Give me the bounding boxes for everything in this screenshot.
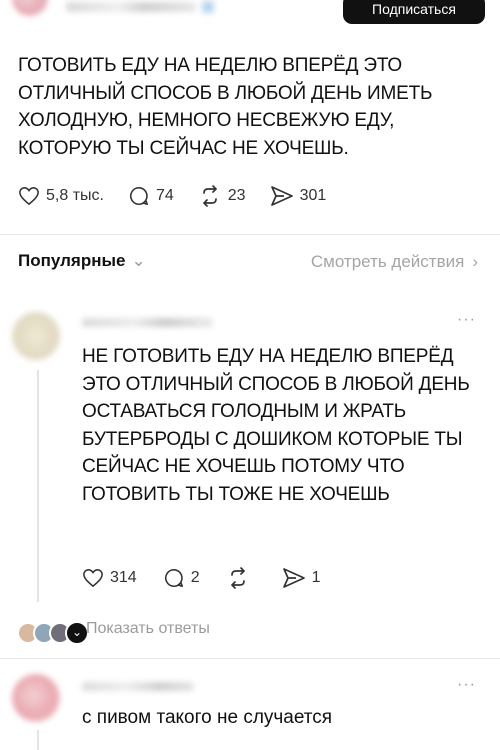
verified-badge: [202, 1, 214, 13]
sort-label: Популярные: [18, 251, 126, 270]
comment-reply-button[interactable]: 2: [163, 567, 200, 589]
comment-share-count: 1: [311, 569, 321, 586]
comment-repost-button[interactable]: [226, 567, 256, 589]
divider: [0, 234, 500, 235]
divider: [0, 658, 500, 659]
heart-icon: [83, 569, 103, 588]
thread-line: [37, 370, 39, 602]
comment-author-avatar[interactable]: [12, 674, 60, 722]
author-avatar[interactable]: [12, 0, 48, 16]
comment-text: с пивом такого не случается: [82, 707, 333, 728]
sort-dropdown[interactable]: Популярные ⌄: [18, 251, 146, 271]
view-activity-label: Смотреть действия: [310, 252, 465, 271]
chevron-right-icon: ›: [472, 252, 478, 271]
comment-author-name[interactable]: [82, 318, 200, 327]
repost-icon: [202, 185, 217, 207]
like-count: 5,8 тыс.: [46, 187, 104, 204]
like-button[interactable]: 5,8 тыс.: [18, 186, 104, 206]
heart-icon: [19, 187, 39, 206]
post-actions: 5,8 тыс. 74 23 301: [18, 183, 350, 209]
share-button[interactable]: 301: [270, 185, 327, 207]
repost-count: 23: [227, 187, 246, 204]
reply-avatars[interactable]: ⌄: [17, 621, 89, 645]
share-icon: [282, 568, 305, 588]
show-replies-link[interactable]: Показать ответы: [86, 620, 210, 638]
view-activity-link[interactable]: Смотреть действия ›: [311, 252, 478, 272]
chevron-down-icon: ⌄: [131, 251, 146, 270]
comment-like-count: 314: [110, 569, 137, 586]
comment-button[interactable]: 74: [128, 185, 174, 207]
comment-like-button[interactable]: 314: [82, 568, 137, 588]
more-options-icon[interactable]: ···: [457, 311, 476, 329]
comment-author-avatar[interactable]: [12, 312, 60, 360]
comment-reply-count: 2: [190, 569, 200, 586]
share-icon: [270, 186, 293, 206]
author-name[interactable]: [66, 2, 196, 12]
comment-text: НЕ ГОТОВИТЬ ЕДУ НА НЕДЕЛЮ ВПЕРЁД ЭТО ОТЛ…: [82, 346, 470, 505]
comment-icon: [129, 186, 148, 206]
comment-author-name[interactable]: [82, 682, 194, 691]
repost-icon: [230, 567, 245, 589]
repost-button[interactable]: 23: [198, 185, 246, 207]
post-text: ГОТОВИТЬ ЕДУ НА НЕДЕЛЮ ВПЕРЁД ЭТО ОТЛИЧН…: [18, 55, 433, 159]
share-count: 301: [299, 187, 327, 204]
thread-line: [37, 730, 39, 750]
comment-share-button[interactable]: 1: [282, 567, 321, 589]
comment-count: 74: [155, 187, 174, 204]
comment-actions: 314 2 1: [82, 566, 347, 590]
follow-button[interactable]: Подписаться: [343, 0, 485, 24]
comment-icon: [164, 568, 183, 588]
more-options-icon[interactable]: ···: [457, 676, 476, 694]
comment-timestamp: [196, 318, 212, 327]
